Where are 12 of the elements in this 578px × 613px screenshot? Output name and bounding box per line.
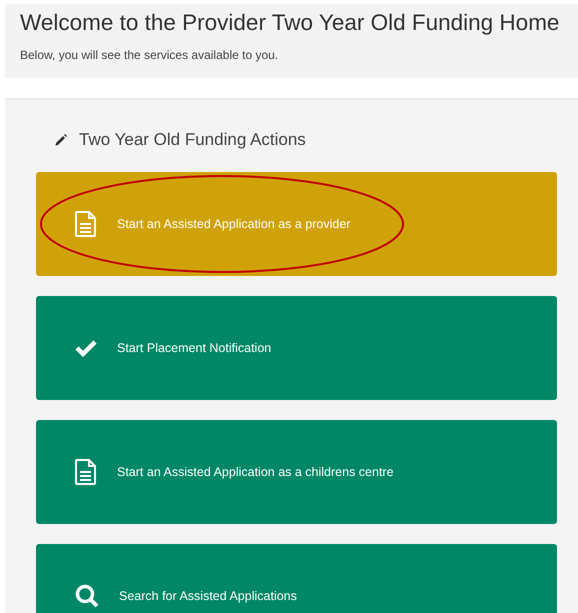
checkmark-icon [75, 339, 97, 357]
action-tile[interactable]: Start an Assisted Application as a provider [36, 172, 557, 276]
document-icon [75, 211, 97, 237]
document-icon [75, 459, 97, 485]
action-tile[interactable]: Start Placement Notification [36, 296, 557, 400]
page-title: Welcome to the Provider Two Year Old Funding Home [20, 10, 560, 36]
section-heading: Two Year Old Funding Actions [79, 130, 306, 150]
search-icon [75, 584, 99, 608]
action-tile[interactable]: Start an Assisted Application as a childrens centre [36, 420, 557, 524]
page-subtitle: Below, you will see the services available to you. [20, 48, 280, 62]
action-tile[interactable]: Search for Assisted Applications [36, 544, 557, 613]
pencil-icon [54, 133, 68, 147]
